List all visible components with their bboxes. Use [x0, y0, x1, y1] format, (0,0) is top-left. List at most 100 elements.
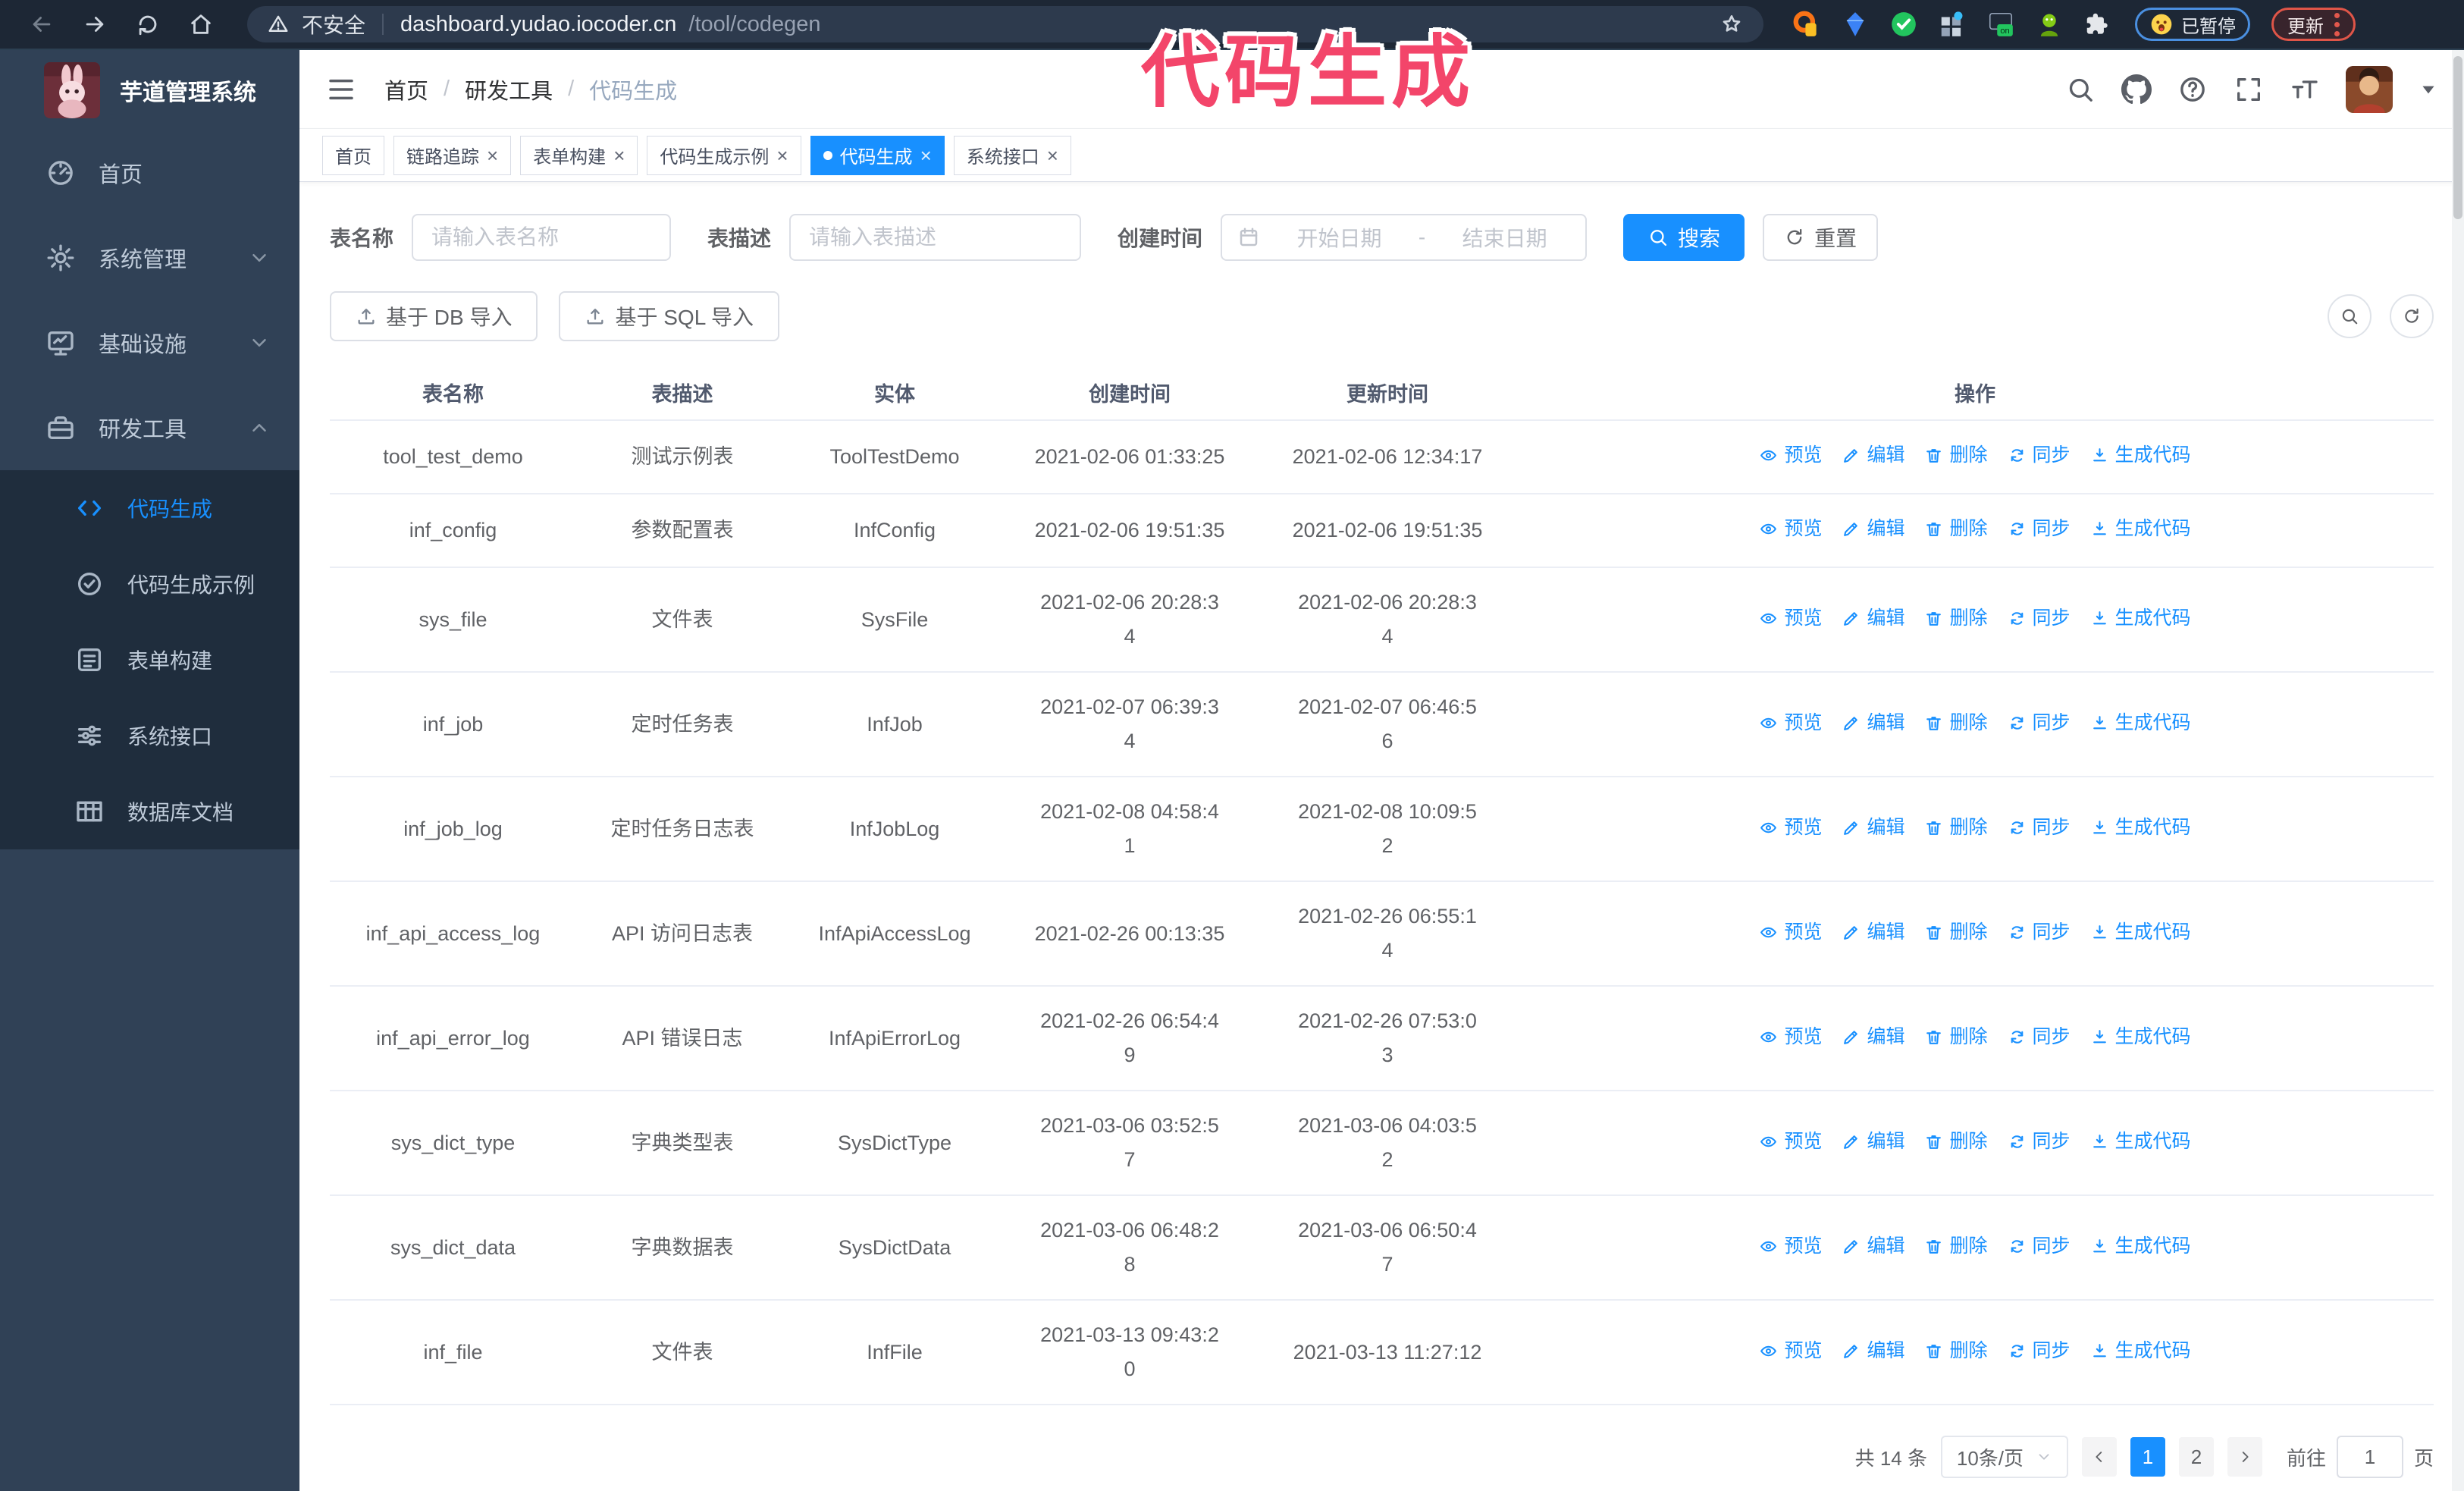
sync-action[interactable]: 同步 — [2008, 1229, 2071, 1263]
generate-action[interactable]: 生成代码 — [2090, 811, 2191, 845]
tab-home[interactable]: 首页 — [322, 135, 384, 175]
tab-form-build[interactable]: 表单构建 × — [520, 135, 638, 175]
preview-action[interactable]: 预览 — [1759, 1020, 1822, 1054]
edit-action[interactable]: 编辑 — [1842, 1020, 1904, 1054]
generate-action[interactable]: 生成代码 — [2090, 1020, 2191, 1054]
generate-action[interactable]: 生成代码 — [2090, 512, 2191, 546]
home-icon[interactable] — [188, 11, 214, 37]
edit-action[interactable]: 编辑 — [1842, 706, 1904, 740]
toggle-search-button[interactable] — [2328, 294, 2372, 338]
delete-action[interactable]: 删除 — [1924, 1020, 1988, 1054]
edit-action[interactable]: 编辑 — [1842, 811, 1904, 845]
generate-action[interactable]: 生成代码 — [2090, 1229, 2191, 1263]
prev-page-button[interactable] — [2081, 1437, 2117, 1477]
edit-action[interactable]: 编辑 — [1842, 512, 1904, 546]
date-range-picker[interactable]: 开始日期 - 结束日期 — [1221, 214, 1588, 261]
generate-action[interactable]: 生成代码 — [2090, 1334, 2191, 1368]
preview-action[interactable]: 预览 — [1759, 601, 1822, 636]
paused-badge[interactable]: 已暂停 — [2135, 8, 2250, 41]
sidebar-item-codegen-example[interactable]: 代码生成示例 — [0, 546, 299, 622]
sync-action[interactable]: 同步 — [2008, 915, 2071, 950]
generate-action[interactable]: 生成代码 — [2090, 915, 2191, 950]
sync-action[interactable]: 同步 — [2008, 438, 2071, 472]
page-button-2[interactable]: 2 — [2178, 1437, 2214, 1477]
generate-action[interactable]: 生成代码 — [2090, 438, 2191, 472]
preview-action[interactable]: 预览 — [1759, 811, 1822, 845]
table-name-input[interactable] — [412, 214, 672, 261]
fullscreen-icon[interactable] — [2234, 74, 2264, 105]
hamburger-icon[interactable] — [325, 74, 357, 105]
close-icon[interactable]: × — [487, 146, 498, 165]
update-button[interactable]: 更新 — [2271, 8, 2356, 41]
sidebar-item-system-api[interactable]: 系统接口 — [0, 698, 299, 774]
preview-action[interactable]: 预览 — [1759, 512, 1822, 546]
tab-codegen-example[interactable]: 代码生成示例 × — [647, 135, 801, 175]
avatar[interactable] — [2346, 65, 2393, 113]
green-extension-icon[interactable] — [2035, 10, 2064, 39]
back-arrow-icon[interactable] — [29, 11, 55, 37]
page-size-select[interactable]: 10条/页 — [1940, 1436, 2068, 1478]
edit-action[interactable]: 编辑 — [1842, 1334, 1904, 1368]
reset-button[interactable]: 重置 — [1763, 214, 1879, 261]
close-icon[interactable]: × — [776, 146, 788, 165]
recorder-on-extension-icon[interactable]: on — [1986, 10, 2015, 39]
generate-action[interactable]: 生成代码 — [2090, 601, 2191, 636]
generate-action[interactable]: 生成代码 — [2090, 706, 2191, 740]
sidebar-item-home[interactable]: 首页 — [0, 130, 299, 215]
caret-down-icon[interactable] — [2419, 80, 2438, 99]
delete-action[interactable]: 删除 — [1924, 512, 1988, 546]
breadcrumb-item[interactable]: 研发工具 — [465, 74, 553, 105]
preview-action[interactable]: 预览 — [1759, 1334, 1822, 1368]
delete-action[interactable]: 删除 — [1924, 601, 1988, 636]
delete-action[interactable]: 删除 — [1924, 811, 1988, 845]
breadcrumb-item[interactable]: 首页 — [384, 74, 428, 105]
puzzle-icon[interactable] — [2083, 10, 2112, 39]
bookmark-star-icon[interactable] — [1719, 12, 1744, 36]
sidebar-item-form-build[interactable]: 表单构建 — [0, 622, 299, 698]
edit-action[interactable]: 编辑 — [1842, 915, 1904, 950]
close-icon[interactable]: × — [1047, 146, 1058, 165]
grid-extension-icon[interactable] — [1938, 10, 1967, 39]
help-icon[interactable] — [2177, 74, 2208, 105]
refresh-table-button[interactable] — [2390, 294, 2434, 338]
sync-action[interactable]: 同步 — [2008, 512, 2071, 546]
tab-codegen[interactable]: 代码生成 × — [810, 135, 945, 175]
sync-action[interactable]: 同步 — [2008, 601, 2071, 636]
search-icon[interactable] — [2065, 74, 2096, 105]
preview-action[interactable]: 预览 — [1759, 706, 1822, 740]
sync-action[interactable]: 同步 — [2008, 1020, 2071, 1054]
sync-action[interactable]: 同步 — [2008, 811, 2071, 845]
generate-action[interactable]: 生成代码 — [2090, 1125, 2191, 1159]
check-extension-icon[interactable] — [1889, 10, 1918, 39]
preview-action[interactable]: 预览 — [1759, 438, 1822, 472]
sync-action[interactable]: 同步 — [2008, 1125, 2071, 1159]
preview-action[interactable]: 预览 — [1759, 915, 1822, 950]
delete-action[interactable]: 删除 — [1924, 1334, 1988, 1368]
delete-action[interactable]: 删除 — [1924, 1125, 1988, 1159]
logo[interactable]: 芋道管理系统 — [0, 50, 299, 130]
preview-action[interactable]: 预览 — [1759, 1125, 1822, 1159]
browser-scrollbar[interactable] — [2452, 50, 2464, 1491]
edit-action[interactable]: 编辑 — [1842, 1229, 1904, 1263]
import-sql-button[interactable]: 基于 SQL 导入 — [559, 291, 780, 341]
import-db-button[interactable]: 基于 DB 导入 — [330, 291, 538, 341]
delete-action[interactable]: 删除 — [1924, 706, 1988, 740]
close-icon[interactable]: × — [613, 146, 625, 165]
orange-extension-icon[interactable] — [1792, 10, 1821, 39]
sidebar-item-system[interactable]: 系统管理 — [0, 215, 299, 300]
next-page-button[interactable] — [2227, 1437, 2262, 1477]
table-desc-input[interactable] — [789, 214, 1082, 261]
edit-action[interactable]: 编辑 — [1842, 438, 1904, 472]
edit-action[interactable]: 编辑 — [1842, 1125, 1904, 1159]
font-size-icon[interactable] — [2290, 74, 2320, 105]
sync-action[interactable]: 同步 — [2008, 1334, 2071, 1368]
kebab-menu-icon[interactable] — [2334, 12, 2340, 36]
github-icon[interactable] — [2121, 74, 2152, 105]
page-button-1[interactable]: 1 — [2130, 1437, 2165, 1477]
delete-action[interactable]: 删除 — [1924, 915, 1988, 950]
delete-action[interactable]: 删除 — [1924, 438, 1988, 472]
address-bar[interactable]: 不安全 dashboard.yudao.iocoder.cn/tool/code… — [247, 6, 1763, 42]
tab-system-api[interactable]: 系统接口 × — [953, 135, 1071, 175]
goto-page-input[interactable] — [2336, 1436, 2403, 1478]
tab-tracing[interactable]: 链路追踪 × — [393, 135, 512, 175]
